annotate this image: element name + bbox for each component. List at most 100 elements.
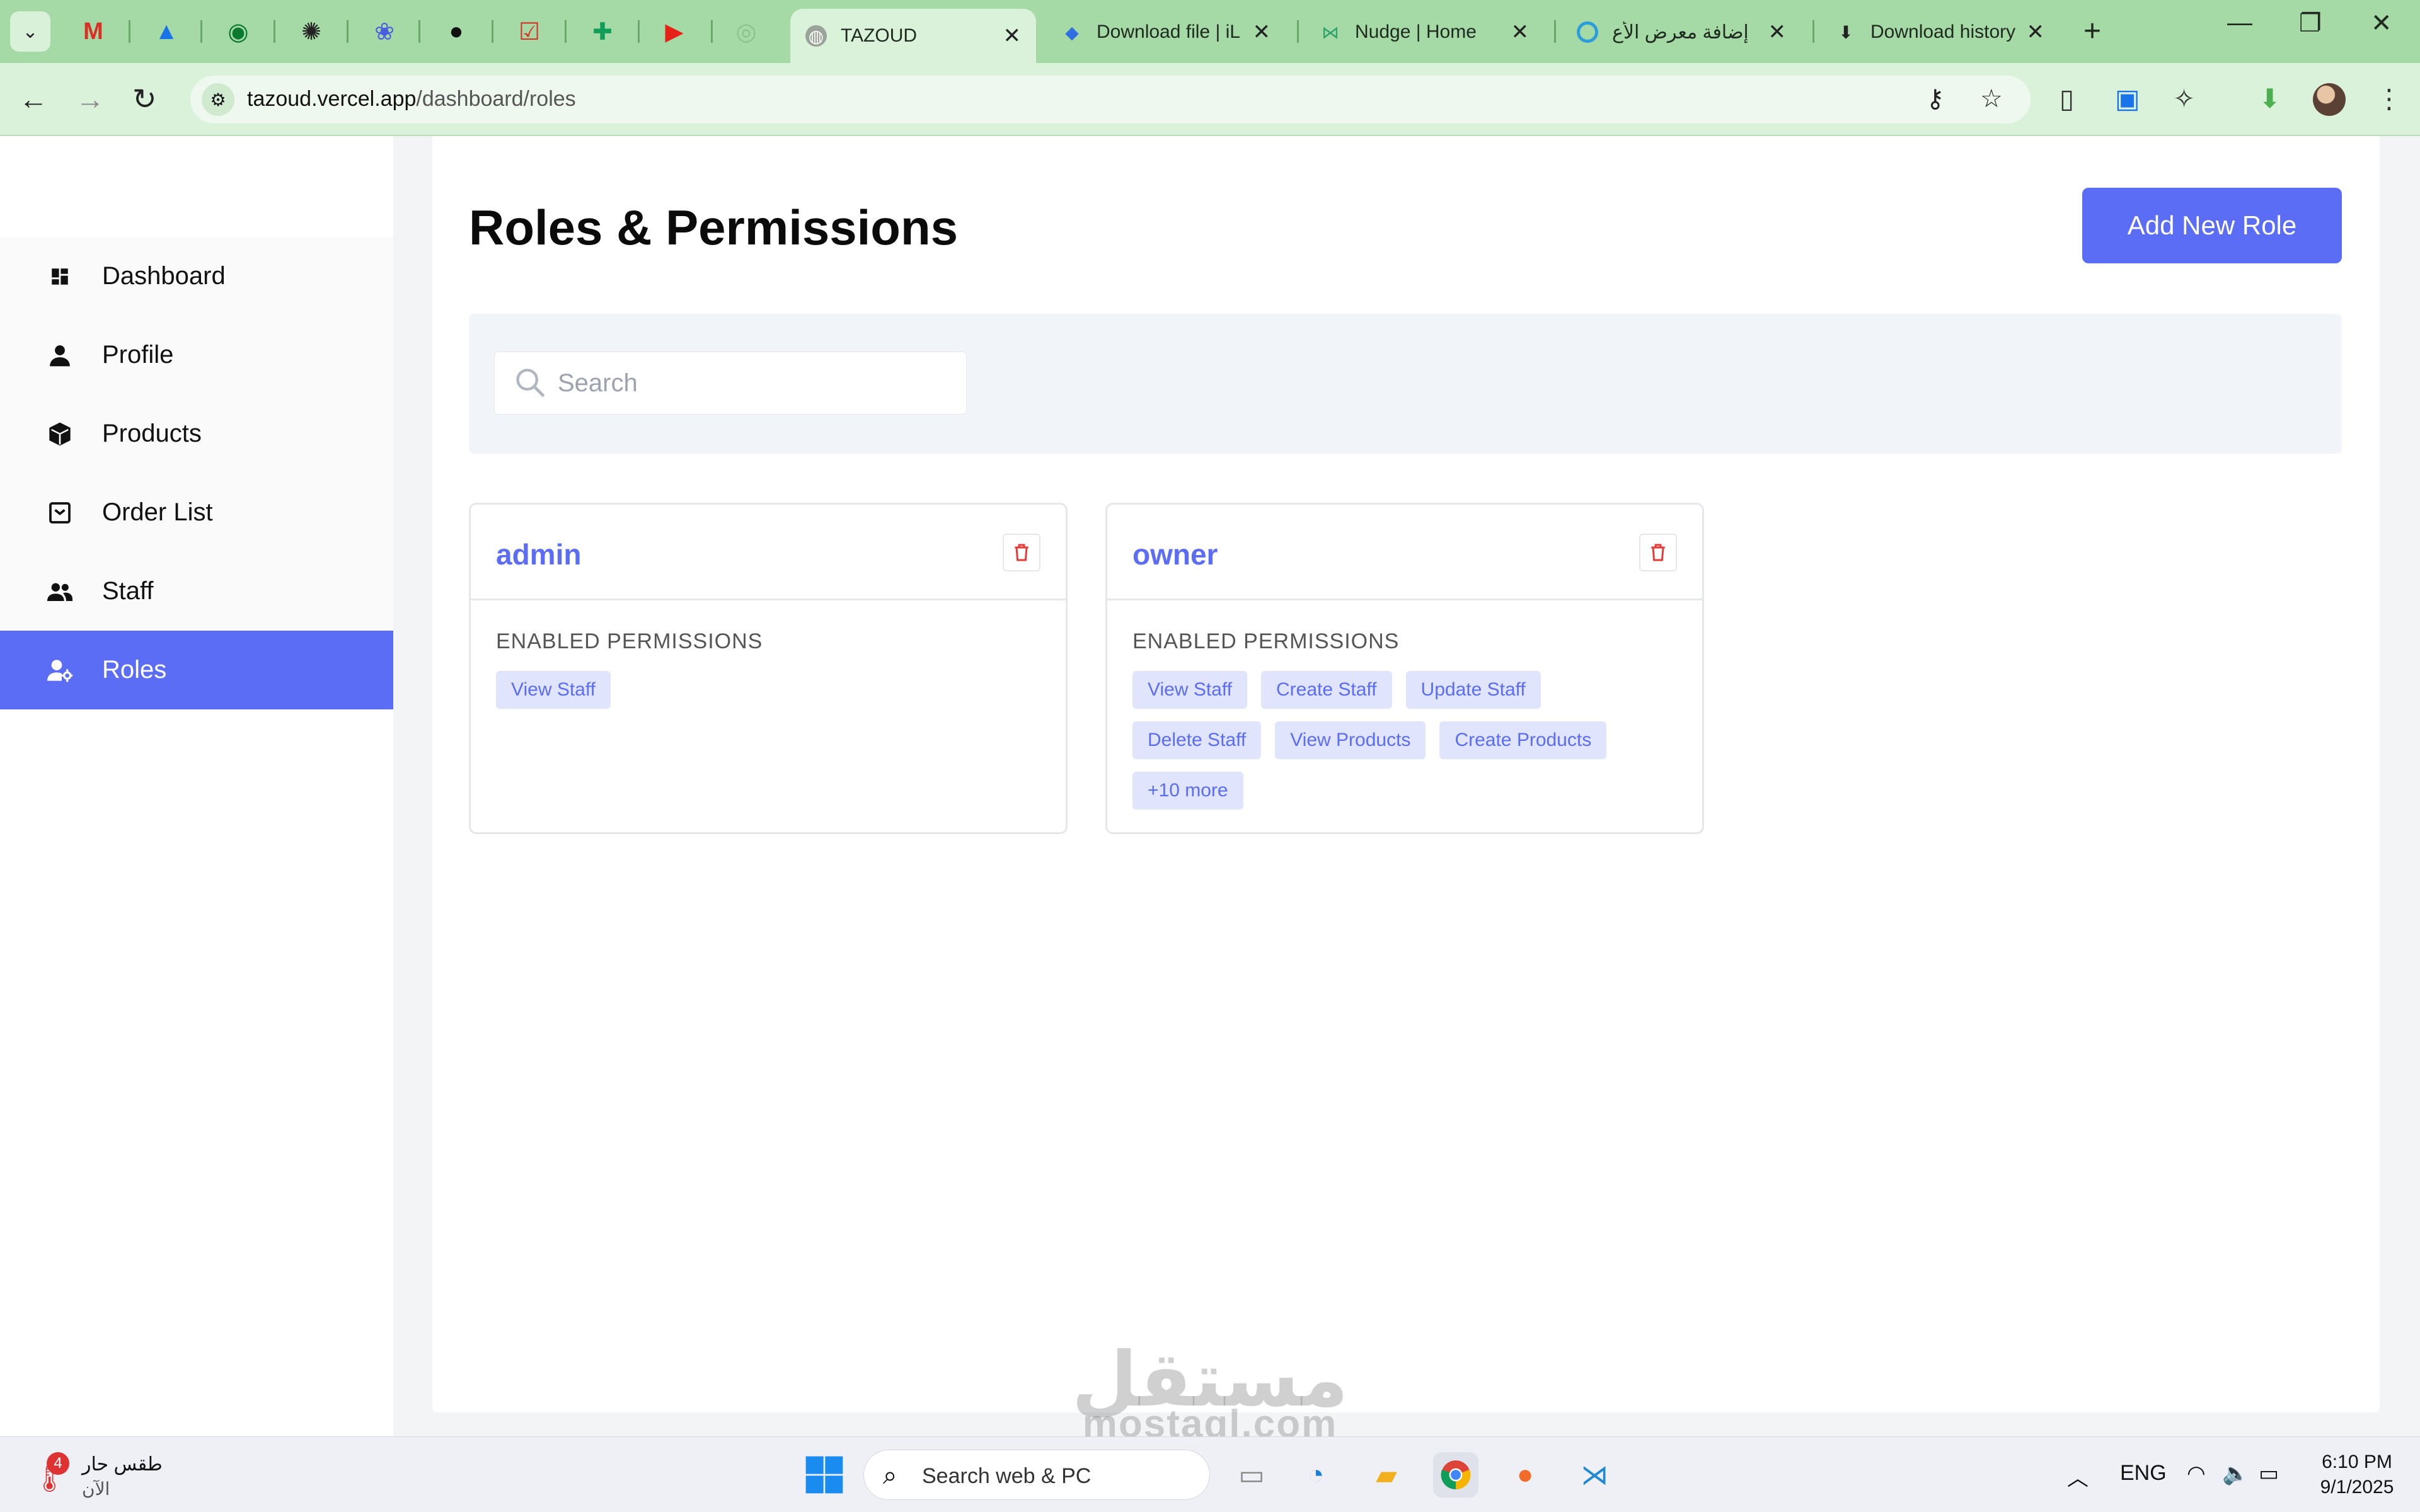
language-indicator[interactable]: ENG: [2120, 1461, 2167, 1486]
pinned-tab-youtube[interactable]: ▶: [659, 16, 689, 47]
role-name[interactable]: admin: [496, 537, 581, 571]
downloads-button[interactable]: ⬇: [2259, 83, 2281, 114]
clock-time: 6:10 PM: [2322, 1452, 2392, 1472]
pinned-tab-deepseek[interactable]: ❀: [369, 16, 400, 47]
pdf-tool-icon: ◆: [1065, 22, 1079, 42]
sidebar-item-profile[interactable]: Profile: [0, 316, 393, 394]
reload-button[interactable]: ↻: [132, 82, 157, 116]
youtube-icon: ▶: [665, 18, 684, 45]
pinned-tab-chatgpt[interactable]: ✺: [296, 16, 326, 47]
sidebar-item-products[interactable]: Products: [0, 394, 393, 473]
new-tab-button[interactable]: +: [2083, 14, 2101, 49]
sidebar-item-label: Order List: [102, 498, 213, 526]
pinned-tab-drive[interactable]: ▲: [151, 16, 182, 47]
close-icon[interactable]: ✕: [1768, 20, 1787, 45]
link-icon: ◎: [735, 18, 757, 45]
taskbar-app-vscode[interactable]: ⋊: [1572, 1452, 1617, 1498]
site-info-button[interactable]: ⚙: [202, 83, 234, 116]
staff-icon: [47, 578, 73, 605]
gmail-icon: M: [83, 18, 103, 45]
taskbar-app-edge[interactable]: ◔: [1293, 1452, 1339, 1498]
password-key-button[interactable]: ⚷: [1926, 84, 1944, 113]
close-icon[interactable]: ✕: [1253, 20, 1271, 45]
postman-icon: ●: [1516, 1459, 1534, 1490]
vscode-icon: ⋊: [1581, 1459, 1608, 1491]
close-icon[interactable]: ✕: [1003, 23, 1022, 49]
forward-button[interactable]: →: [76, 82, 105, 116]
tab-download-file[interactable]: ◆ Download file | iL ✕: [1046, 8, 1286, 57]
sidebar-item-dashboard[interactable]: Dashboard: [0, 237, 393, 316]
wifi-icon[interactable]: ◠: [2187, 1461, 2206, 1486]
sidebar-item-roles[interactable]: Roles: [0, 631, 393, 709]
pinned-tab-whatsapp[interactable]: ◉: [223, 16, 253, 47]
close-icon[interactable]: ✕: [1511, 20, 1530, 45]
weather-widget[interactable]: 🌡 4 طقس حار الآن: [28, 1451, 179, 1501]
add-new-role-button[interactable]: Add New Role: [2082, 188, 2342, 263]
tab-title: Download file | iL: [1097, 21, 1240, 42]
close-window-button[interactable]: ✕: [2371, 9, 2392, 38]
tab-separator: [638, 20, 640, 43]
order-icon: [47, 500, 73, 526]
menu-button[interactable]: ⋮: [2376, 83, 2402, 114]
bookmark-button[interactable]: ☆: [1980, 84, 2003, 113]
sidebar-item-staff[interactable]: Staff: [0, 552, 393, 631]
pinned-tab-misc[interactable]: ◎: [731, 16, 761, 47]
folder-icon: ▰: [1376, 1459, 1397, 1491]
taskbar-search[interactable]: ⌕ Search web & PC: [863, 1450, 1210, 1500]
pinned-tab-gmail[interactable]: M: [78, 16, 108, 47]
role-name[interactable]: owner: [1132, 537, 1218, 571]
pinned-tab-sheets[interactable]: ✚: [587, 16, 618, 47]
search-box[interactable]: [494, 352, 967, 415]
tab-nudge[interactable]: ⋈ Nudge | Home ✕: [1305, 8, 1544, 57]
sidebar-item-order-list[interactable]: Order List: [0, 473, 393, 552]
address-bar[interactable]: ⚙ tazoud.vercel.app/dashboard/roles ⚷ ☆: [190, 76, 2031, 123]
weather-text: طقس حار: [82, 1454, 163, 1475]
start-button[interactable]: [804, 1455, 844, 1495]
nudge-icon: ⋈: [1322, 22, 1339, 42]
restore-button[interactable]: ❐: [2299, 9, 2322, 38]
delete-role-button[interactable]: [1639, 534, 1677, 571]
more-permissions-chip[interactable]: +10 more: [1132, 772, 1243, 810]
extension-fi-button[interactable]: ▣: [2115, 83, 2140, 114]
role-card-owner: owner ENABLED PERMISSIONS View Staff Cre…: [1105, 503, 1704, 834]
clock[interactable]: 6:10 PM 9/1/2025: [2294, 1450, 2420, 1500]
tray-overflow-button[interactable]: ︿: [2067, 1461, 2089, 1492]
puzzle-icon: ✧: [2173, 84, 2196, 113]
url-text[interactable]: tazoud.vercel.app/dashboard/roles: [247, 87, 576, 112]
reading-list-button[interactable]: ▯: [2060, 83, 2074, 114]
github-icon: ●: [449, 18, 464, 45]
tab-separator: [129, 20, 130, 43]
taskbar-app-taskview[interactable]: ▭: [1229, 1452, 1274, 1498]
tab-mostaql[interactable]: إضافة معرض الأع ✕: [1562, 8, 1801, 57]
tab-search-button[interactable]: ⌄: [10, 11, 50, 52]
taskbar-app-explorer[interactable]: ▰: [1364, 1452, 1409, 1498]
delete-role-button[interactable]: [1003, 534, 1040, 571]
taskbar-app-chrome[interactable]: [1433, 1452, 1478, 1498]
whatsapp-icon: ◉: [228, 18, 249, 45]
minimize-button[interactable]: —: [2227, 9, 2252, 37]
permission-chip: View Products: [1275, 721, 1426, 759]
permission-chip: View Staff: [1132, 671, 1247, 709]
taskbar-app-postman[interactable]: ●: [1502, 1452, 1548, 1498]
chatgpt-icon: ✺: [301, 18, 321, 45]
key-icon: ⚷: [1926, 85, 1945, 113]
sidebar-item-label: Profile: [102, 341, 174, 369]
profile-avatar[interactable]: [2313, 83, 2346, 116]
battery-icon[interactable]: ▭: [2259, 1461, 2279, 1486]
back-button[interactable]: ←: [19, 82, 48, 116]
role-card-header: admin: [471, 505, 1066, 600]
search-input[interactable]: [558, 352, 955, 414]
tab-download-history[interactable]: ⬇ Download history ✕: [1820, 8, 2060, 57]
pinned-tab-todo[interactable]: ☑: [514, 16, 544, 47]
page-title: Roles & Permissions: [469, 200, 958, 255]
close-icon[interactable]: ✕: [2027, 20, 2045, 45]
volume-icon[interactable]: 🔈: [2222, 1461, 2249, 1486]
extensions-button[interactable]: ✧: [2173, 83, 2195, 114]
tab-separator: [418, 20, 420, 43]
edge-icon: ◔: [1307, 1459, 1325, 1490]
tab-tazoud[interactable]: ◍ TAZOUD ✕: [790, 9, 1036, 63]
sidebar-item-label: Dashboard: [102, 262, 226, 290]
clipboard-icon: ▯: [2060, 84, 2075, 113]
pinned-tab-github[interactable]: ●: [441, 16, 471, 47]
tab-title: TAZOUD: [841, 25, 918, 46]
